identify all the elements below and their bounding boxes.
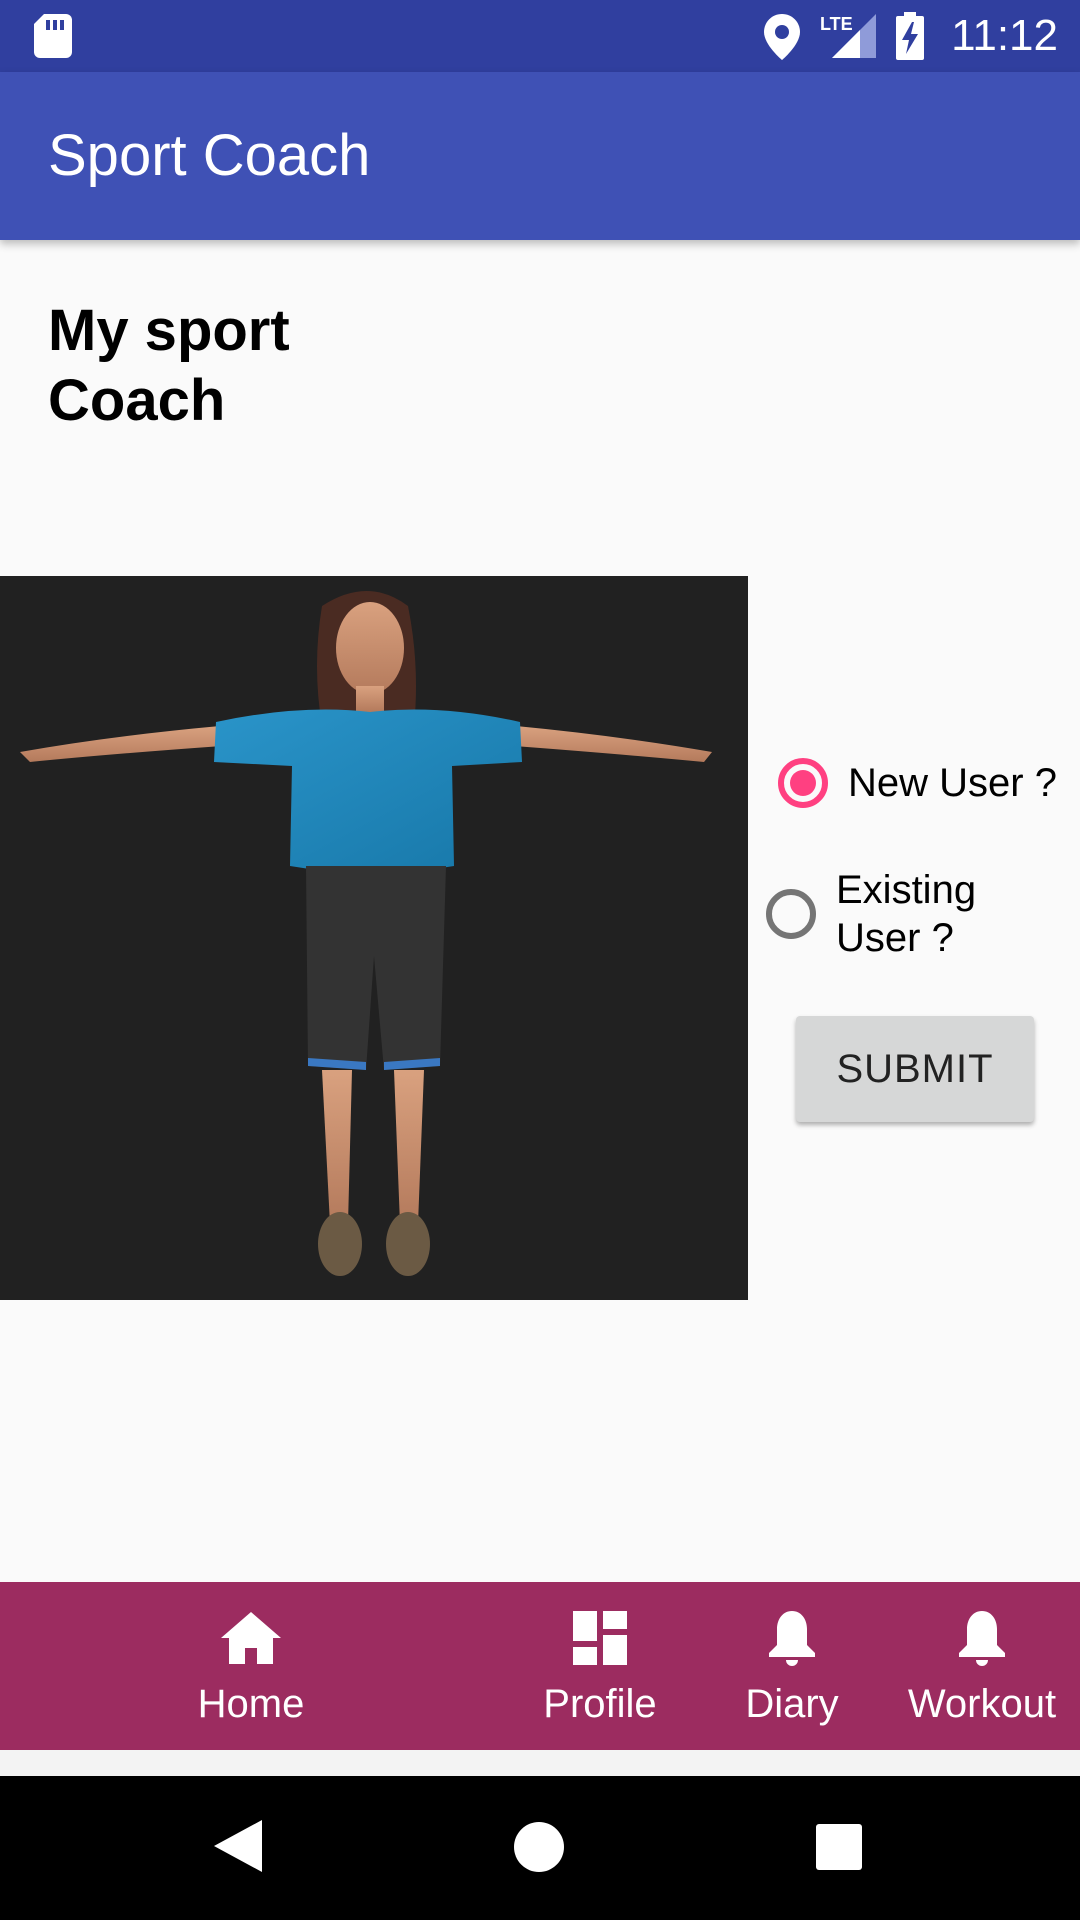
avatar-figure-icon — [20, 591, 712, 1276]
radio-new-user[interactable]: New User ? — [778, 758, 1057, 808]
status-time: 11:12 — [951, 11, 1058, 60]
status-bar: LTE 11:12 — [0, 0, 1080, 72]
dashboard-icon — [573, 1606, 627, 1670]
nav-profile-label: Profile — [543, 1682, 657, 1726]
battery-charging-icon — [896, 12, 924, 65]
nav-workout-label: Workout — [907, 1682, 1057, 1726]
nav-item-home[interactable]: Home — [186, 1582, 316, 1750]
nav-item-diary[interactable]: Diary — [730, 1582, 854, 1750]
radio-new-user-label[interactable]: New User ? — [848, 759, 1057, 807]
page-heading: My sport Coach — [48, 298, 290, 433]
radio-checked-icon[interactable] — [778, 758, 828, 808]
app-bar: Sport Coach — [0, 72, 1080, 240]
app-title: Sport Coach — [48, 123, 371, 188]
nav-home-label: Home — [197, 1682, 305, 1726]
radio-existing-user[interactable]: Existing User ? — [766, 866, 1006, 962]
home-circle-icon[interactable] — [514, 1822, 564, 1877]
network-type-label: LTE — [820, 14, 853, 34]
recents-icon[interactable] — [816, 1824, 862, 1875]
sd-card-icon — [34, 14, 72, 63]
back-icon[interactable] — [214, 1820, 262, 1877]
radio-unchecked-icon[interactable] — [766, 889, 816, 939]
location-icon — [764, 14, 800, 65]
signal-icon: LTE — [820, 12, 876, 63]
avatar-image — [0, 576, 748, 1300]
system-navigation-bar — [0, 1776, 1080, 1920]
bell-icon — [767, 1606, 817, 1670]
nav-item-profile[interactable]: Profile — [530, 1582, 670, 1750]
divider — [0, 1750, 1080, 1776]
nav-item-workout[interactable]: Workout — [902, 1582, 1062, 1750]
bell-icon — [957, 1606, 1007, 1670]
nav-diary-label: Diary — [745, 1682, 839, 1726]
radio-existing-user-label[interactable]: Existing User ? — [836, 866, 1006, 962]
submit-button[interactable]: SUBMIT — [796, 1016, 1034, 1122]
bottom-navigation: Home Profile Diary Workout — [0, 1582, 1080, 1750]
home-icon — [221, 1606, 281, 1670]
